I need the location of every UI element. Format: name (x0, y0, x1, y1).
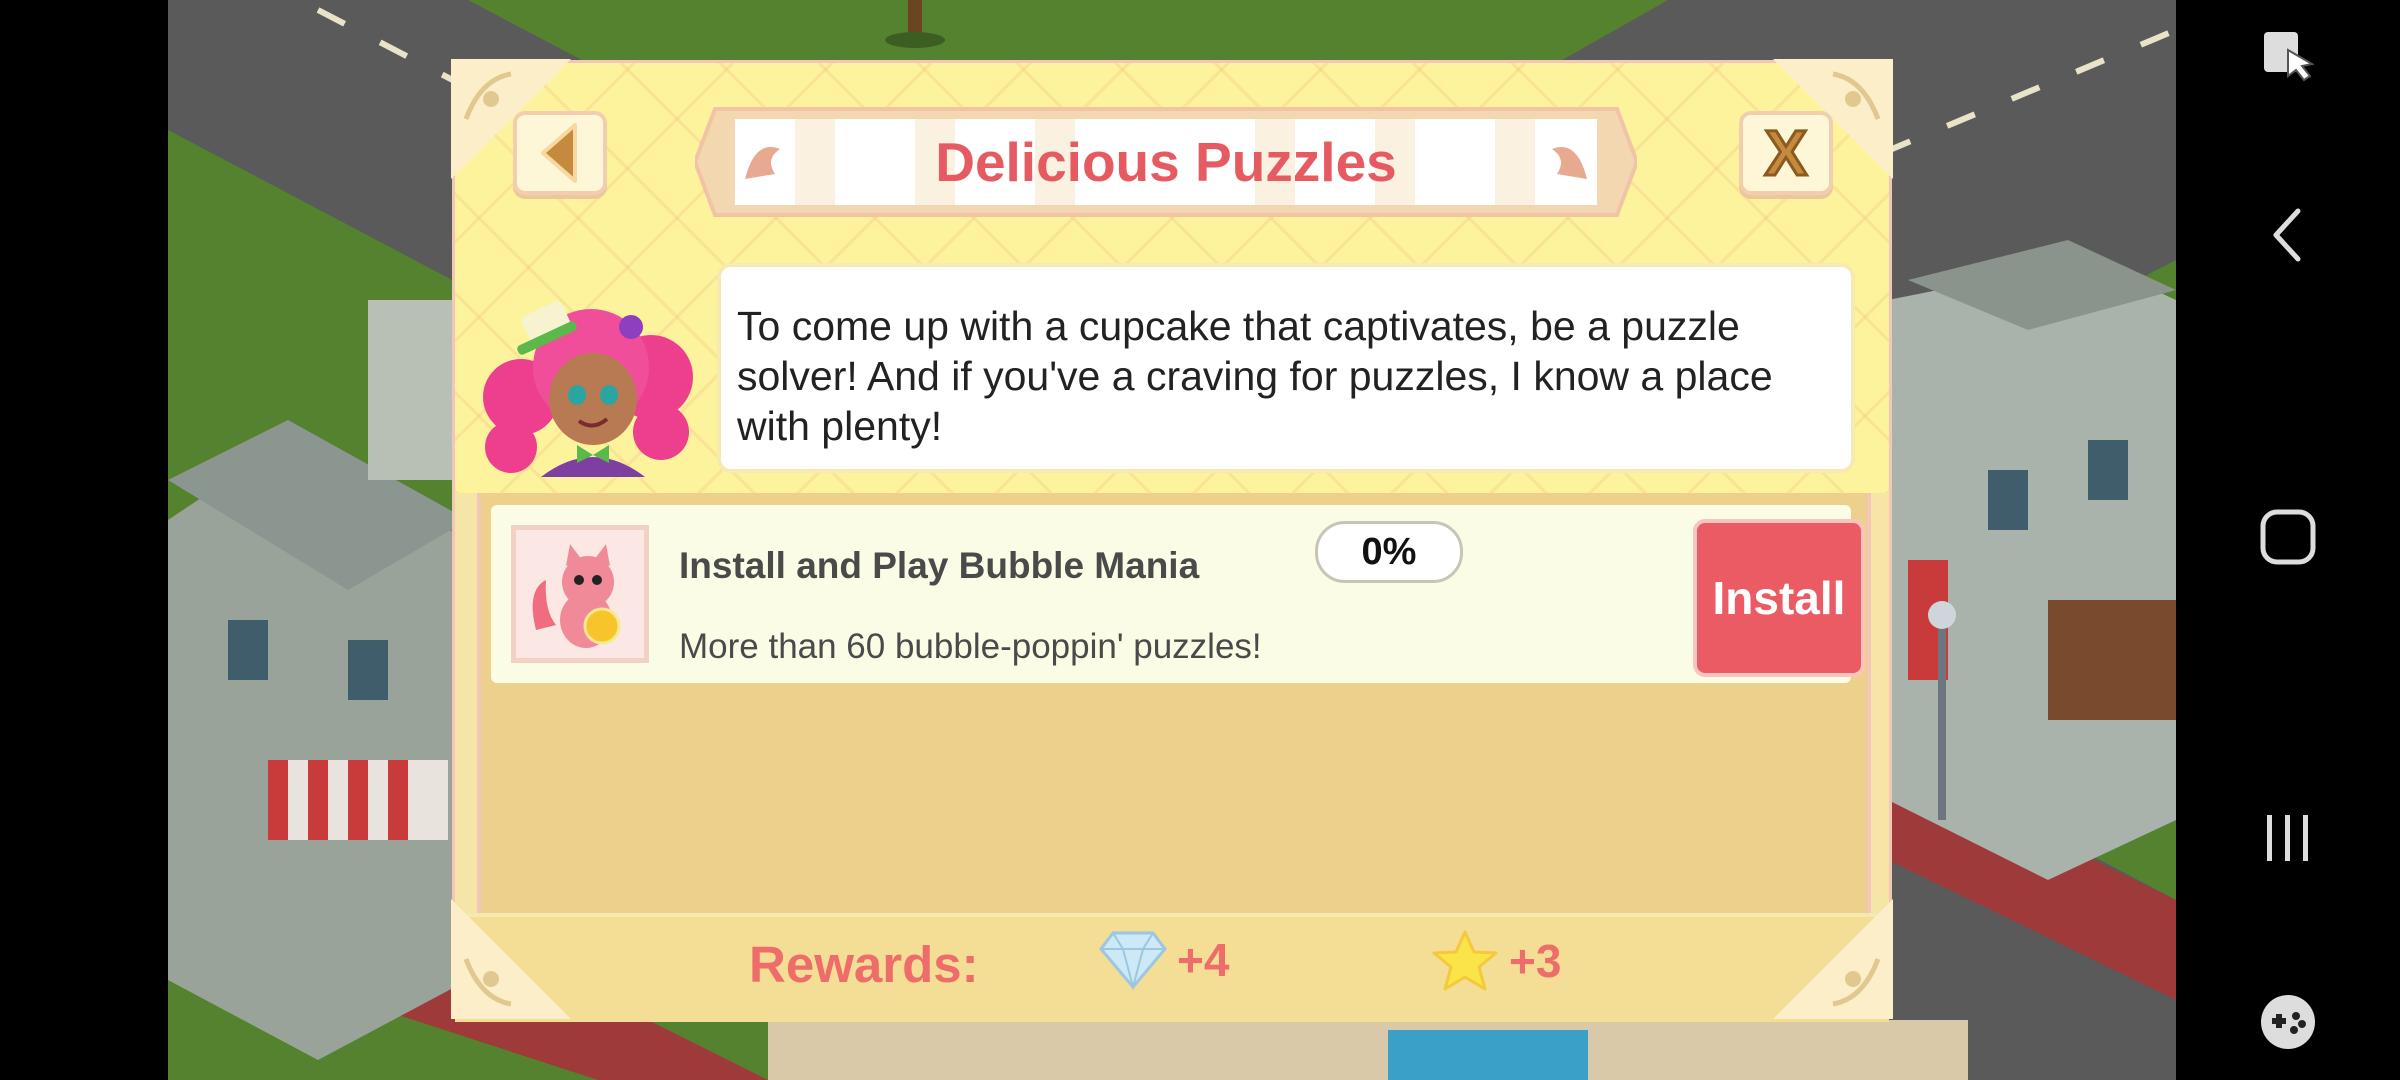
recents-icon (2267, 815, 2308, 861)
offer-row: Install and Play Bubble Mania More than … (491, 505, 1865, 683)
bubble-mania-app-icon (511, 525, 649, 663)
nav-recents-button[interactable] (2176, 806, 2400, 870)
triangle-left-icon (541, 123, 577, 183)
reward-diamond: +4 (1099, 929, 1229, 991)
screen-lock-button[interactable] (2176, 24, 2400, 84)
diamond-icon (1099, 931, 1167, 991)
close-button[interactable]: X (1739, 111, 1833, 195)
game-tools-button[interactable] (2176, 990, 2400, 1054)
back-button[interactable] (513, 111, 607, 195)
dialog-message: To come up with a cupcake that captivate… (717, 263, 1855, 473)
diamond-reward-value: +4 (1177, 934, 1230, 986)
dialog-title: Delicious Puzzles (935, 131, 1397, 193)
offer-title: Install and Play Bubble Mania (679, 545, 1200, 586)
screen-lock-icon (2264, 32, 2315, 82)
close-icon: X (1763, 117, 1809, 189)
title-banner: Delicious Puzzles (695, 99, 1637, 225)
quest-dialog: Delicious Puzzles X To come up with a cu… (451, 59, 1893, 1022)
install-button[interactable]: Install (1693, 519, 1865, 677)
star-icon (1432, 930, 1498, 991)
fox-character-icon (532, 544, 621, 648)
nav-home-button[interactable] (2176, 500, 2400, 574)
rewards-label: Rewards: (749, 936, 979, 993)
reward-star: +3 (1431, 929, 1561, 993)
progress-badge: 0% (1315, 521, 1463, 583)
character-avatar (483, 301, 693, 477)
home-icon (2260, 509, 2316, 565)
corner-ornament-icon (1773, 899, 1893, 1019)
corner-ornament-icon (451, 899, 571, 1019)
game-tools-icon (2261, 995, 2315, 1049)
offer-subtitle: More than 60 bubble-poppin' puzzles! (679, 627, 1262, 666)
back-icon (2273, 208, 2301, 262)
system-navigation-bar (2176, 0, 2400, 1080)
nav-back-button[interactable] (2176, 200, 2400, 270)
star-reward-value: +3 (1509, 935, 1562, 987)
